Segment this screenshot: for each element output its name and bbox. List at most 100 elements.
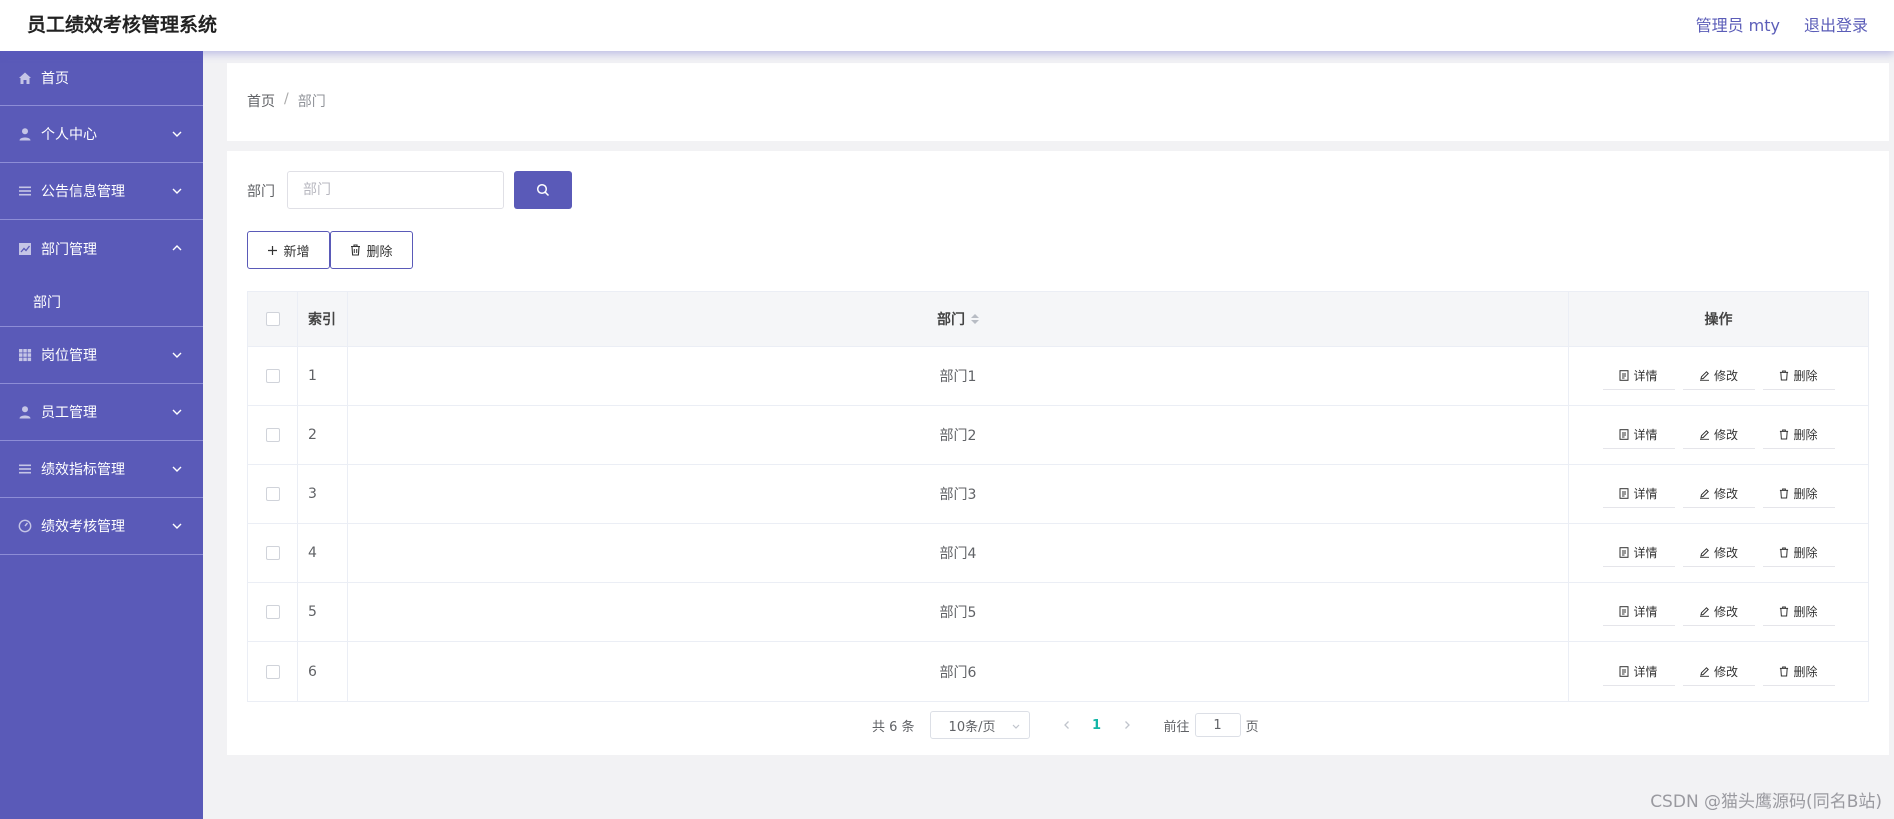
row-index: 1 xyxy=(298,347,348,405)
trash-icon xyxy=(351,244,361,256)
delete-button[interactable]: 删除 xyxy=(1762,598,1835,626)
goto-prefix: 前往 xyxy=(1163,719,1190,735)
goto-suffix: 页 xyxy=(1245,719,1259,735)
delete-label: 删除 xyxy=(1793,605,1818,619)
delete-button[interactable]: 删除 xyxy=(1762,362,1835,390)
detail-button[interactable]: 详情 xyxy=(1602,658,1675,686)
detail-button[interactable]: 详情 xyxy=(1602,480,1675,508)
row-checkbox[interactable] xyxy=(265,369,280,383)
row-dept: 部门3 xyxy=(348,465,1569,523)
sidebar-item-label: 岗位管理 xyxy=(41,348,97,364)
delete-button[interactable]: 删除 xyxy=(1762,480,1835,508)
row-checkbox[interactable] xyxy=(265,664,280,679)
sidebar-item-employee[interactable]: 员工管理 xyxy=(0,384,203,441)
row-checkbox[interactable] xyxy=(265,605,280,619)
detail-button[interactable]: 详情 xyxy=(1602,362,1675,390)
search-label: 部门 xyxy=(247,184,275,200)
plus-icon xyxy=(268,245,278,255)
page-number[interactable]: 1 xyxy=(1082,711,1112,739)
select-all-checkbox[interactable] xyxy=(265,312,280,326)
edit-button[interactable]: 修改 xyxy=(1682,480,1755,508)
detail-label: 详情 xyxy=(1633,428,1658,442)
sidebar-item-department[interactable]: 部门管理 xyxy=(0,220,203,277)
sidebar-subitem-department[interactable]: 部门 xyxy=(0,277,203,327)
delete-button[interactable]: 删除 xyxy=(1762,658,1835,686)
delete-button[interactable]: 删除 xyxy=(1762,539,1835,567)
edit-button[interactable]: 修改 xyxy=(1682,539,1755,567)
table-row: 4 部门4 详情 修改 删除 xyxy=(248,524,1868,583)
chevron-down-icon xyxy=(172,188,182,194)
detail-button[interactable]: 详情 xyxy=(1602,598,1675,626)
sidebar-item-personal[interactable]: 个人中心 xyxy=(0,106,203,163)
row-checkbox[interactable] xyxy=(265,487,280,501)
header-index: 索引 xyxy=(298,292,348,346)
search-input[interactable] xyxy=(287,171,504,209)
list-icon xyxy=(18,184,32,198)
breadcrumb-card: 首页 / 部门 xyxy=(227,63,1889,141)
row-index: 4 xyxy=(298,524,348,582)
chevron-left-icon xyxy=(1063,721,1069,729)
table-row: 5 部门5 详情 修改 删除 xyxy=(248,583,1868,642)
detail-label: 详情 xyxy=(1633,605,1658,619)
user-icon xyxy=(18,405,32,419)
detail-label: 详情 xyxy=(1633,487,1658,501)
table-row: 2 部门2 详情 修改 删除 xyxy=(248,406,1868,465)
chevron-down-icon xyxy=(172,409,182,415)
search-button[interactable] xyxy=(514,171,572,209)
edit-button[interactable]: 修改 xyxy=(1682,362,1755,390)
current-user-label[interactable]: 管理员 mty xyxy=(1696,12,1780,36)
sidebar-item-position[interactable]: 岗位管理 xyxy=(0,327,203,384)
department-table: 索引 部门 操作 1 部门1 详情 修改 删除 2 部门2 详情 修改 删除 3… xyxy=(247,291,1869,702)
edit-button[interactable]: 修改 xyxy=(1682,421,1755,449)
add-button[interactable]: 新增 xyxy=(247,231,330,269)
breadcrumb-home[interactable]: 首页 xyxy=(247,91,275,111)
sidebar-item-assessment[interactable]: 绩效考核管理 xyxy=(0,498,203,555)
sort-icon[interactable] xyxy=(971,314,979,324)
table-row: 3 部门3 详情 修改 删除 xyxy=(248,465,1868,524)
row-checkbox-cell xyxy=(248,465,298,523)
document-icon xyxy=(1619,606,1629,617)
row-dept: 部门5 xyxy=(348,583,1569,641)
sidebar-item-home[interactable]: 首页 xyxy=(0,51,203,106)
sidebar-item-notice[interactable]: 公告信息管理 xyxy=(0,163,203,220)
header-dept-label: 部门 xyxy=(937,312,965,328)
trash-icon xyxy=(1780,488,1789,499)
delete-label: 删除 xyxy=(1793,664,1818,679)
header-dept[interactable]: 部门 xyxy=(348,292,1569,346)
sidebar-item-label: 绩效指标管理 xyxy=(41,462,125,478)
sidebar-item-kpi[interactable]: 绩效指标管理 xyxy=(0,441,203,498)
next-page-button[interactable] xyxy=(1112,711,1142,739)
batch-delete-button[interactable]: 删除 xyxy=(330,231,413,269)
top-header: 员工绩效考核管理系统 管理员 mty 退出登录 xyxy=(0,0,1894,51)
trash-icon xyxy=(1780,547,1789,558)
logout-link[interactable]: 退出登录 xyxy=(1804,12,1868,36)
page-size-select[interactable]: 10条/页 xyxy=(929,711,1030,739)
trash-icon xyxy=(1780,665,1789,677)
detail-button[interactable]: 详情 xyxy=(1602,421,1675,449)
breadcrumb-separator: / xyxy=(284,91,289,107)
home-icon xyxy=(18,71,32,85)
row-dept: 部门2 xyxy=(348,406,1569,464)
chevron-down-icon xyxy=(172,352,182,358)
batch-delete-button-label: 删除 xyxy=(366,244,393,260)
row-ops: 详情 修改 删除 xyxy=(1569,642,1868,701)
table-header-row: 索引 部门 操作 xyxy=(248,292,1868,347)
row-checkbox-cell xyxy=(248,347,298,405)
edit-label: 修改 xyxy=(1713,369,1738,383)
header-ops: 操作 xyxy=(1704,312,1733,328)
edit-button[interactable]: 修改 xyxy=(1682,658,1755,686)
document-icon xyxy=(1619,370,1629,381)
sidebar: 首页 个人中心 公告信息管理 部门管理 部门 岗位管理 员工管理 绩效指标管理 … xyxy=(0,51,203,819)
row-checkbox[interactable] xyxy=(265,428,280,442)
row-checkbox[interactable] xyxy=(265,546,280,560)
detail-button[interactable]: 详情 xyxy=(1602,539,1675,567)
edit-button[interactable]: 修改 xyxy=(1682,598,1755,626)
prev-page-button[interactable] xyxy=(1052,711,1082,739)
trash-icon xyxy=(1780,370,1789,381)
delete-label: 删除 xyxy=(1793,487,1818,501)
edit-icon xyxy=(1699,607,1709,617)
sidebar-item-label: 绩效考核管理 xyxy=(41,519,125,535)
delete-button[interactable]: 删除 xyxy=(1762,421,1835,449)
table-row: 1 部门1 详情 修改 删除 xyxy=(248,347,1868,406)
goto-page-input[interactable] xyxy=(1194,713,1241,737)
